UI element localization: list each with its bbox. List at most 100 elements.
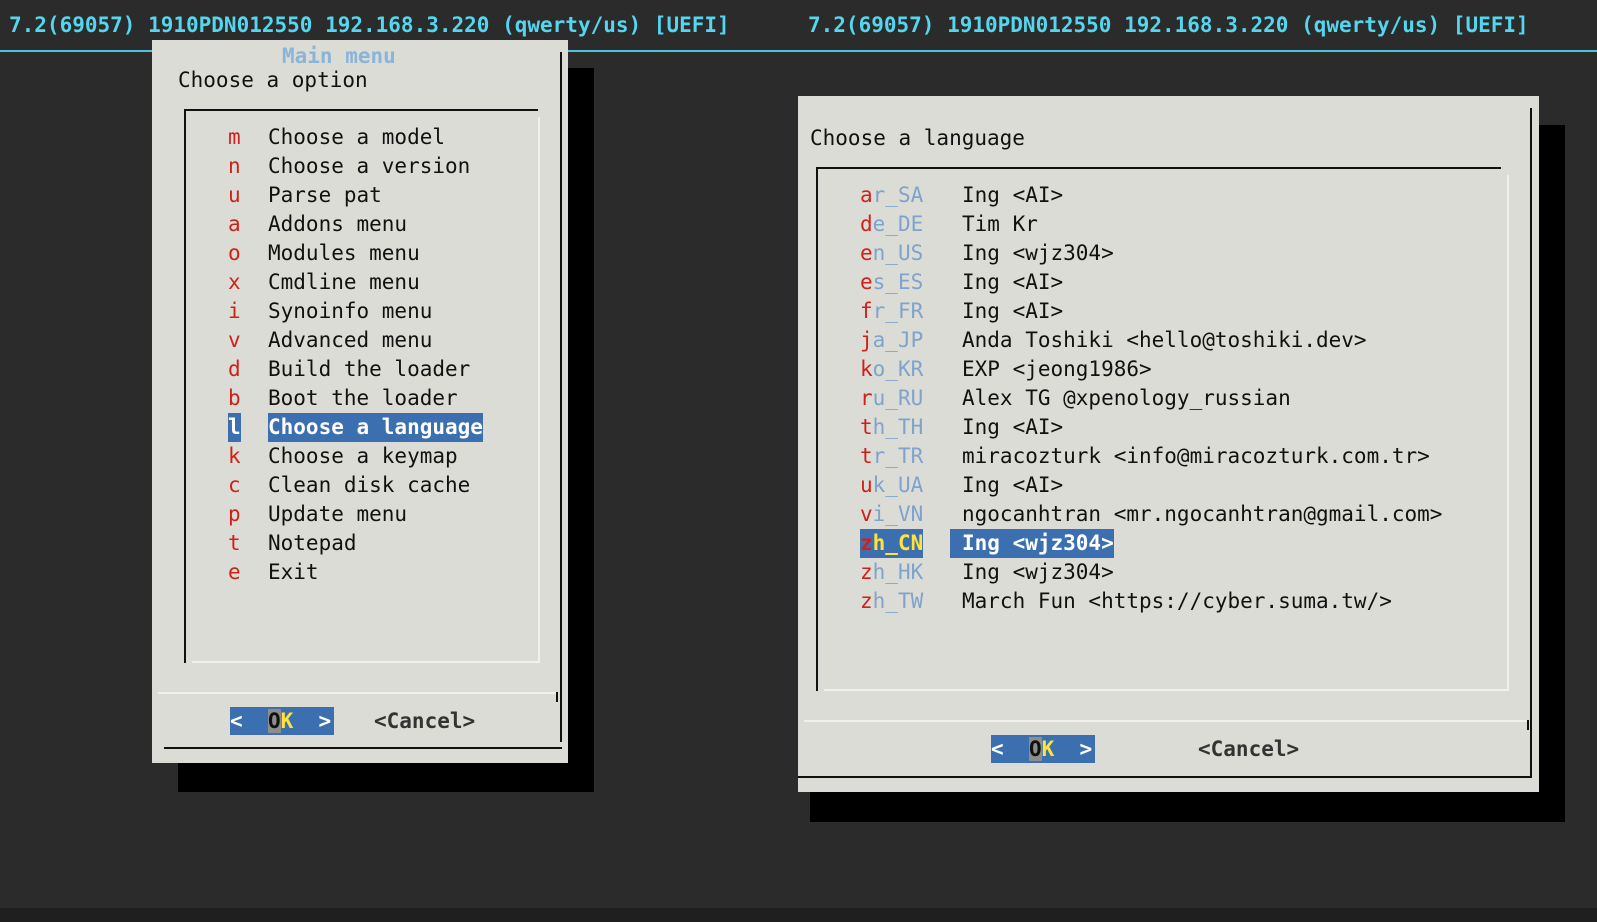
language-author: March Fun <https://cyber.suma.tw/> (962, 589, 1392, 613)
main-menu-dialog: Main menu Choose a option m Choose a mode… (152, 40, 568, 763)
menu-hotkey: k (228, 444, 241, 468)
menu-item-label: Update menu (268, 502, 408, 526)
main-menu-item[interactable]: p Update menu (184, 500, 524, 529)
menu-hotkey: u (228, 183, 241, 207)
language-code: vi_VN (860, 502, 924, 526)
menu-item-label: Choose a language (268, 413, 483, 442)
main-menu-item[interactable]: i Synoinfo menu (184, 297, 524, 326)
language-code: zh_HK (860, 560, 924, 584)
main-menu-item[interactable]: b Boot the loader (184, 384, 524, 413)
language-item[interactable]: th_TH Ing <AI> (816, 413, 1496, 442)
language-item[interactable]: ko_KR EXP <jeong1986> (816, 355, 1496, 384)
menu-hotkey: o (228, 241, 241, 265)
language-author: Ing <AI> (962, 183, 1064, 207)
main-menu-item[interactable]: t Notepad (184, 529, 524, 558)
language-code: uk_UA (860, 473, 924, 497)
menu-hotkey: e (228, 560, 241, 584)
language-code: de_DE (860, 212, 924, 236)
menu-item-label: Build the loader (268, 357, 471, 381)
menu-hotkey: d (228, 357, 241, 381)
language-author: Ing <AI> (962, 415, 1064, 439)
bottom-bar (0, 908, 1597, 922)
menu-item-label: Exit (268, 560, 319, 584)
menu-item-label: Choose a version (268, 154, 471, 178)
menu-hotkey: c (228, 473, 241, 497)
menu-item-label: Synoinfo menu (268, 299, 433, 323)
main-menu-item[interactable]: a Addons menu (184, 210, 524, 239)
main-menu-title: Main menu (282, 44, 396, 68)
main-menu-item[interactable]: x Cmdline menu (184, 268, 524, 297)
language-ok-button[interactable]: < OK > (991, 735, 1095, 763)
language-item[interactable]: zh_HK Ing <wjz304> (816, 558, 1496, 587)
menu-hotkey: v (228, 328, 241, 352)
language-code: th_TH (860, 415, 924, 439)
language-menu-listbox: ar_SA Ing <AI> de_DE Tim Kr en_US Ing <wjz304… (816, 167, 1509, 691)
language-author: Ing <wjz304> (962, 560, 1114, 584)
language-author: ngocanhtran <mr.ngocanhtran@gmail.com> (962, 502, 1443, 526)
main-ok-button[interactable]: < OK > (230, 707, 334, 735)
menu-hotkey: x (228, 270, 241, 294)
menu-item-label: Addons menu (268, 212, 408, 236)
language-code: tr_TR (860, 444, 924, 468)
main-menu-item[interactable]: l Choose a language (184, 413, 524, 442)
language-code: ar_SA (860, 183, 924, 207)
language-cancel-button[interactable]: <Cancel> (1198, 735, 1299, 763)
language-item[interactable]: zh_TW March Fun <https://cyber.suma.tw/> (816, 587, 1496, 616)
main-menu-item[interactable]: u Parse pat (184, 181, 524, 210)
language-item[interactable]: ru_RU Alex TG @xpenology_russian (816, 384, 1496, 413)
language-author: Tim Kr (962, 212, 1038, 236)
language-author: Ing <wjz304> (962, 241, 1114, 265)
language-item[interactable]: zh_CN Ing <wjz304> (816, 529, 1496, 558)
main-menu-item[interactable]: n Choose a version (184, 152, 524, 181)
main-menu-prompt: Choose a option (178, 68, 368, 92)
menu-item-label: Notepad (268, 531, 357, 555)
menu-item-label: Parse pat (268, 183, 382, 207)
language-code: zh_CN (860, 529, 924, 558)
main-cancel-button[interactable]: <Cancel> (374, 707, 475, 735)
main-menu-listbox: m Choose a model n Choose a version u Parse p… (184, 109, 540, 663)
menu-hotkey: b (228, 386, 241, 410)
menu-item-label: Choose a keymap (268, 444, 458, 468)
language-item[interactable]: de_DE Tim Kr (816, 210, 1496, 239)
menu-item-label: Advanced menu (268, 328, 433, 352)
language-author: miracozturk <info@miracozturk.com.tr> (962, 444, 1430, 468)
main-menu-item[interactable]: m Choose a model (184, 123, 524, 152)
language-item[interactable]: ja_JP Anda Toshiki <hello@toshiki.dev> (816, 326, 1496, 355)
language-item[interactable]: ar_SA Ing <AI> (816, 181, 1496, 210)
main-menu-item[interactable]: d Build the loader (184, 355, 524, 384)
language-item[interactable]: es_ES Ing <AI> (816, 268, 1496, 297)
language-code: ko_KR (860, 357, 924, 381)
language-author: EXP <jeong1986> (962, 357, 1152, 381)
language-item[interactable]: uk_UA Ing <AI> (816, 471, 1496, 500)
menu-item-label: Choose a model (268, 125, 446, 149)
language-code: zh_TW (860, 589, 924, 613)
menu-hotkey: p (228, 502, 241, 526)
language-code: es_ES (860, 270, 924, 294)
main-menu-item[interactable]: e Exit (184, 558, 524, 587)
language-code: fr_FR (860, 299, 924, 323)
menu-item-label: Modules menu (268, 241, 420, 265)
language-author: Alex TG @xpenology_russian (962, 386, 1291, 410)
language-author: Ing <AI> (962, 270, 1064, 294)
main-menu-item[interactable]: o Modules menu (184, 239, 524, 268)
language-author: Anda Toshiki <hello@toshiki.dev> (962, 328, 1367, 352)
menu-item-label: Cmdline menu (268, 270, 420, 294)
menu-item-label: Boot the loader (268, 386, 458, 410)
main-menu-item[interactable]: c Clean disk cache (184, 471, 524, 500)
language-code: en_US (860, 241, 924, 265)
language-author: Ing <wjz304> (950, 529, 1114, 558)
language-menu-dialog: Choose a language ar_SA Ing <AI> de_DE Tim … (798, 96, 1539, 792)
main-menu-item[interactable]: v Advanced menu (184, 326, 524, 355)
language-item[interactable]: vi_VN ngocanhtran <mr.ngocanhtran@gmail.c… (816, 500, 1496, 529)
language-item[interactable]: tr_TR miracozturk <info@miracozturk.com.t… (816, 442, 1496, 471)
main-menu-item[interactable]: k Choose a keymap (184, 442, 524, 471)
language-author: Ing <AI> (962, 299, 1064, 323)
menu-hotkey: l (228, 413, 241, 442)
menu-hotkey: t (228, 531, 241, 555)
status-left: 7.2(69057) 1910PDN012550 192.168.3.220 (… (9, 13, 730, 37)
menu-item-label: Clean disk cache (268, 473, 471, 497)
menu-hotkey: m (228, 125, 241, 149)
language-menu-prompt: Choose a language (810, 126, 1025, 150)
language-item[interactable]: fr_FR Ing <AI> (816, 297, 1496, 326)
language-item[interactable]: en_US Ing <wjz304> (816, 239, 1496, 268)
